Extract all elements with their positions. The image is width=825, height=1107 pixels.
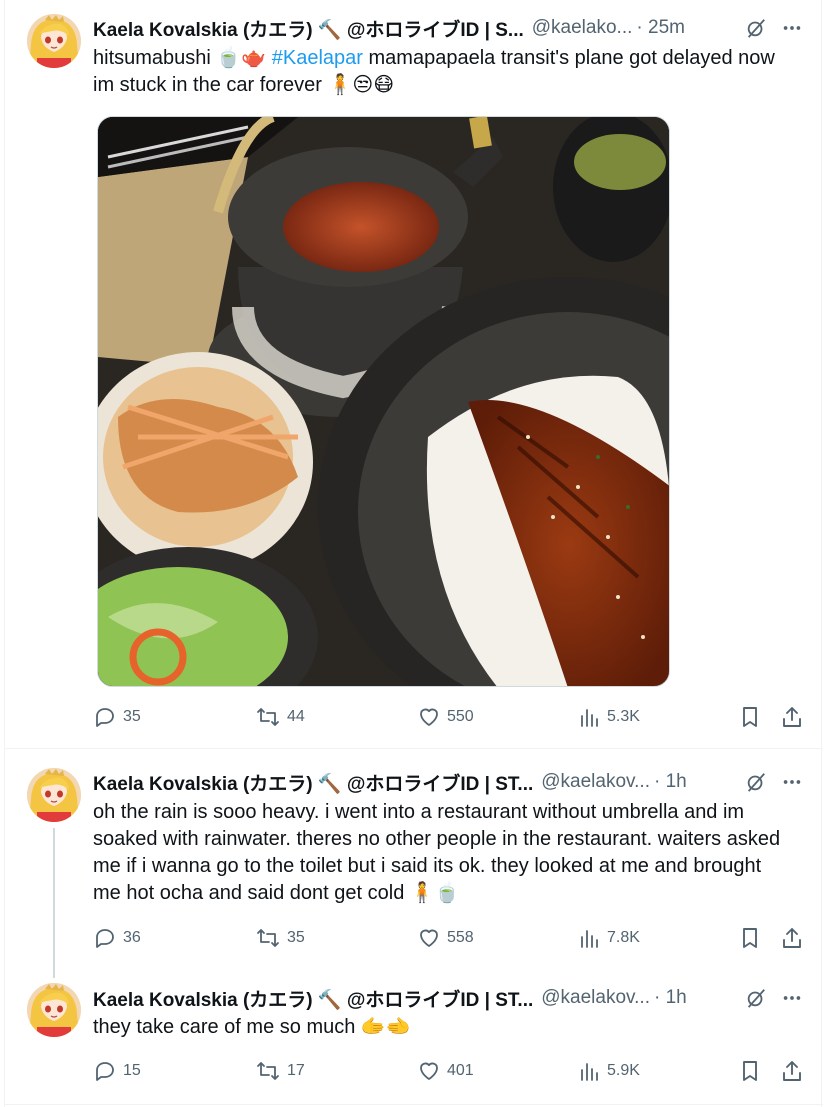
reply-button[interactable]: 15 — [93, 1055, 141, 1087]
tweet-divider — [5, 1104, 823, 1105]
tweet-actions: 15 17 401 5.9K — [93, 1055, 803, 1087]
like-count: 558 — [447, 929, 474, 946]
share-button[interactable] — [781, 922, 803, 954]
tweet-text: oh the rain is sooo heavy. i went into a… — [93, 801, 781, 904]
more-options-icon[interactable] — [781, 987, 803, 1009]
tweet-photo[interactable] — [97, 116, 670, 687]
bookmark-icon — [743, 1061, 757, 1081]
repost-count: 17 — [287, 1062, 305, 1079]
reply-icon — [96, 1062, 114, 1081]
view-count: 7.8K — [607, 929, 640, 946]
bookmark-button[interactable] — [739, 1055, 761, 1087]
timestamp[interactable]: · 1h — [654, 987, 687, 1009]
tweet-actions: 36 35 558 7.8K — [93, 922, 803, 954]
timestamp[interactable]: · 25m — [636, 17, 685, 39]
tweet-text: hitsumabushi 🍵🫖 #Kaelapar mamapapaela tr… — [93, 45, 789, 99]
repost-icon — [257, 1062, 279, 1080]
avatar[interactable] — [27, 983, 81, 1037]
tweet-text-start: hitsumabushi 🍵🫖 — [93, 47, 272, 69]
analytics-icon — [581, 1063, 598, 1081]
user-handle[interactable]: @kaelakov... — [541, 987, 650, 1009]
repost-button[interactable]: 44 — [255, 701, 305, 733]
tweet-2[interactable]: Kaela Kovalskia (カエラ) 🔨 @ホロライブID | ST...… — [5, 748, 823, 978]
repost-button[interactable]: 35 — [255, 922, 305, 954]
display-name[interactable]: Kaela Kovalskia (カエラ) 🔨 @ホロライブID | ST... — [93, 769, 533, 796]
bookmark-button[interactable] — [739, 701, 761, 733]
timeline: Kaela Kovalskia (カエラ) 🔨 @ホロライブID | S... … — [4, 0, 823, 1107]
tweet-header: Kaela Kovalskia (カエラ) 🔨 @ホロライブID | S... … — [93, 14, 803, 42]
like-count: 550 — [447, 708, 474, 725]
reply-count: 15 — [123, 1062, 141, 1079]
bookmark-icon — [743, 928, 757, 948]
views-button[interactable]: 5.9K — [579, 1055, 640, 1087]
repost-icon — [257, 708, 279, 726]
user-handle[interactable]: @kaelakov... — [541, 771, 650, 793]
tweet-header: Kaela Kovalskia (カエラ) 🔨 @ホロライブID | ST...… — [93, 768, 803, 796]
repost-count: 44 — [287, 708, 305, 725]
reply-icon — [96, 929, 114, 948]
reply-count: 35 — [123, 708, 141, 725]
more-options-icon[interactable] — [781, 17, 803, 39]
share-icon — [783, 1061, 801, 1081]
like-button[interactable]: 550 — [417, 701, 474, 733]
share-icon — [783, 928, 801, 948]
display-name[interactable]: Kaela Kovalskia (カエラ) 🔨 @ホロライブID | ST... — [93, 985, 533, 1012]
avatar[interactable] — [27, 14, 81, 68]
tweet-header: Kaela Kovalskia (カエラ) 🔨 @ホロライブID | ST...… — [93, 984, 803, 1012]
repost-icon — [257, 929, 279, 947]
share-button[interactable] — [781, 701, 803, 733]
timestamp[interactable]: · 1h — [654, 771, 687, 793]
tweet-actions: 35 44 550 5.3K — [93, 701, 803, 733]
views-button[interactable]: 5.3K — [579, 701, 640, 733]
user-handle[interactable]: @kaelako... — [532, 17, 633, 39]
share-button[interactable] — [781, 1055, 803, 1087]
like-count: 401 — [447, 1062, 474, 1079]
reply-button[interactable]: 35 — [93, 701, 141, 733]
tweet-1[interactable]: Kaela Kovalskia (カエラ) 🔨 @ホロライブID | S... … — [5, 0, 823, 748]
view-count: 5.9K — [607, 1062, 640, 1079]
grok-icon[interactable] — [745, 17, 767, 39]
like-button[interactable]: 401 — [417, 1055, 474, 1087]
repost-button[interactable]: 17 — [255, 1055, 305, 1087]
reply-button[interactable]: 36 — [93, 922, 141, 954]
food-photo-icon — [98, 117, 669, 686]
bookmark-icon — [743, 707, 757, 727]
views-button[interactable]: 7.8K — [579, 922, 640, 954]
analytics-icon — [581, 930, 598, 948]
repost-count: 35 — [287, 929, 305, 946]
heart-icon — [420, 708, 438, 726]
tweet-3[interactable]: Kaela Kovalskia (カエラ) 🔨 @ホロライブID | ST...… — [5, 973, 823, 1105]
bookmark-button[interactable] — [739, 922, 761, 954]
analytics-icon — [581, 709, 598, 727]
more-options-icon[interactable] — [781, 771, 803, 793]
grok-icon[interactable] — [745, 771, 767, 793]
tweet-text: they take care of me so much 🫱🫲 — [93, 1016, 411, 1038]
avatar[interactable] — [27, 768, 81, 822]
heart-icon — [420, 929, 438, 947]
reply-count: 36 — [123, 929, 141, 946]
view-count: 5.3K — [607, 708, 640, 725]
share-icon — [783, 707, 801, 727]
thread-connector — [53, 828, 55, 978]
heart-icon — [420, 1062, 438, 1080]
hashtag-link[interactable]: #Kaelapar — [272, 47, 363, 69]
grok-icon[interactable] — [745, 987, 767, 1009]
display-name[interactable]: Kaela Kovalskia (カエラ) 🔨 @ホロライブID | S... — [93, 15, 524, 42]
like-button[interactable]: 558 — [417, 922, 474, 954]
reply-icon — [96, 708, 114, 727]
